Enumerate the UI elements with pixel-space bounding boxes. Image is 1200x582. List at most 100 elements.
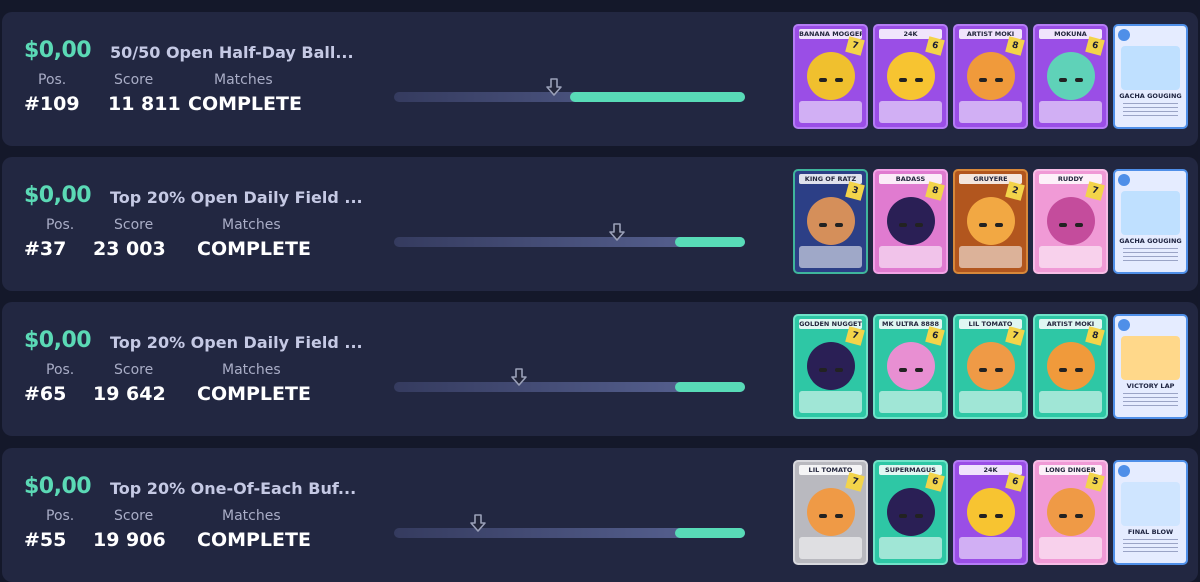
card-lineup: GOLDEN NUGGET 7 MK ULTRA 8888 6 LIL TOMATO 7 A…: [793, 314, 1188, 421]
matches-value: COMPLETE: [188, 93, 302, 115]
card-stats-panel: [799, 537, 862, 559]
prize-amount: $0,00: [24, 38, 92, 63]
character-eyes: [816, 360, 846, 372]
contest-title[interactable]: Top 20% One-Of-Each Buf...: [110, 479, 356, 498]
moki-card[interactable]: GOLDEN NUGGET 7: [793, 314, 868, 419]
rank-badge: 2: [1005, 181, 1025, 201]
character-eyes: [1056, 506, 1086, 518]
pos-value: #65: [24, 383, 67, 405]
scheme-description: [1123, 103, 1178, 117]
card-stats-panel: [799, 101, 862, 123]
progress-track: [394, 78, 745, 102]
character-eyes: [976, 215, 1006, 227]
moki-card[interactable]: LIL TOMATO 7: [793, 460, 868, 565]
scheme-description: [1123, 248, 1178, 262]
position-marker-icon: [544, 77, 564, 97]
contest-title[interactable]: Top 20% Open Daily Field ...: [110, 333, 363, 352]
rank-badge: 7: [1005, 326, 1025, 346]
scheme-card[interactable]: FINAL BLOW: [1113, 460, 1188, 565]
progress-fill: [674, 382, 745, 392]
pos-label: Pos.: [38, 72, 67, 88]
matches-label: Matches: [222, 362, 281, 378]
matches-label: Matches: [222, 217, 281, 233]
score-label: Score: [114, 508, 154, 524]
character-eyes: [816, 215, 846, 227]
moki-card[interactable]: RUDDY 7: [1033, 169, 1108, 274]
prize-amount: $0,00: [24, 474, 92, 499]
moki-card[interactable]: KING OF RATZ 3: [793, 169, 868, 274]
moki-card[interactable]: ARTIST MOKI 8: [953, 24, 1028, 129]
progress-track: [394, 368, 745, 392]
contest-row[interactable]: $0,00 Top 20% Open Daily Field ... Pos. #37…: [2, 157, 1198, 291]
moki-card[interactable]: LONG DINGER 5: [1033, 460, 1108, 565]
moki-card[interactable]: BADASS 8: [873, 169, 948, 274]
card-stats-panel: [1039, 101, 1102, 123]
scheme-card[interactable]: GACHA GOUGING: [1113, 24, 1188, 129]
character-eyes: [1056, 70, 1086, 82]
position-marker-icon: [468, 513, 488, 533]
moki-card[interactable]: BANANA MOGGER 7: [793, 24, 868, 129]
scheme-art: [1121, 46, 1180, 90]
pos-label: Pos.: [46, 362, 75, 378]
rank-badge: 7: [845, 472, 865, 492]
character-eyes: [816, 506, 846, 518]
score-label: Score: [114, 72, 154, 88]
scheme-badge-icon: [1118, 465, 1130, 477]
scheme-badge-icon: [1118, 29, 1130, 41]
scheme-art: [1121, 336, 1180, 380]
moki-card[interactable]: MK ULTRA 8888 6: [873, 314, 948, 419]
rank-badge: 8: [1085, 326, 1105, 346]
moki-card[interactable]: SUPERMAGUS 6: [873, 460, 948, 565]
moki-card[interactable]: 24K 6: [953, 460, 1028, 565]
moki-card[interactable]: MOKUNA 6: [1033, 24, 1108, 129]
progress-track: [394, 223, 745, 247]
pos-value: #55: [24, 529, 67, 551]
card-stats-panel: [879, 246, 942, 268]
character-eyes: [896, 70, 926, 82]
moki-card[interactable]: 24K 6: [873, 24, 948, 129]
contest-title[interactable]: 50/50 Open Half-Day Ball...: [110, 43, 354, 62]
pos-label: Pos.: [46, 508, 75, 524]
card-stats-panel: [959, 101, 1022, 123]
scheme-name: FINAL BLOW: [1127, 528, 1174, 536]
scheme-description: [1123, 393, 1178, 407]
rank-badge: 6: [925, 472, 945, 492]
contest-row[interactable]: $0,00 50/50 Open Half-Day Ball... Pos. #109…: [2, 12, 1198, 146]
moki-card[interactable]: LIL TOMATO 7: [953, 314, 1028, 419]
scheme-name: VICTORY LAP: [1126, 382, 1175, 390]
rank-badge: 3: [845, 181, 865, 201]
progress-fill: [674, 237, 745, 247]
rank-badge: 6: [925, 36, 945, 56]
moki-card[interactable]: GRUYERE 2: [953, 169, 1028, 274]
score-label: Score: [114, 362, 154, 378]
scheme-badge-icon: [1118, 174, 1130, 186]
position-marker-icon: [509, 367, 529, 387]
card-stats-panel: [1039, 246, 1102, 268]
card-stats-panel: [879, 101, 942, 123]
character-eyes: [896, 506, 926, 518]
contest-row[interactable]: $0,00 Top 20% Open Daily Field ... Pos. #65…: [2, 302, 1198, 436]
contest-title[interactable]: Top 20% Open Daily Field ...: [110, 188, 363, 207]
card-stats-panel: [799, 391, 862, 413]
moki-card[interactable]: ARTIST MOKI 8: [1033, 314, 1108, 419]
card-stats-panel: [1039, 391, 1102, 413]
rank-badge: 6: [1005, 472, 1025, 492]
character-eyes: [976, 70, 1006, 82]
card-lineup: KING OF RATZ 3 BADASS 8 GRUYERE 2 RUDDY 7 GACHA …: [793, 169, 1188, 276]
score-value: 19 906: [93, 529, 166, 551]
contest-row[interactable]: $0,00 Top 20% One-Of-Each Buf... Pos. #55 Sc…: [2, 448, 1198, 582]
score-value: 23 003: [93, 238, 166, 260]
prize-amount: $0,00: [24, 328, 92, 353]
card-stats-panel: [1039, 537, 1102, 559]
scheme-card[interactable]: VICTORY LAP: [1113, 314, 1188, 419]
rank-badge: 7: [845, 326, 865, 346]
matches-label: Matches: [214, 72, 273, 88]
score-value: 19 642: [93, 383, 166, 405]
scheme-art: [1121, 482, 1180, 526]
rank-badge: 6: [925, 326, 945, 346]
scheme-art: [1121, 191, 1180, 235]
scheme-name: GACHA GOUGING: [1119, 237, 1182, 245]
scheme-card[interactable]: GACHA GOUGING: [1113, 169, 1188, 274]
score-value: 11 811: [108, 93, 181, 115]
prize-amount: $0,00: [24, 183, 92, 208]
